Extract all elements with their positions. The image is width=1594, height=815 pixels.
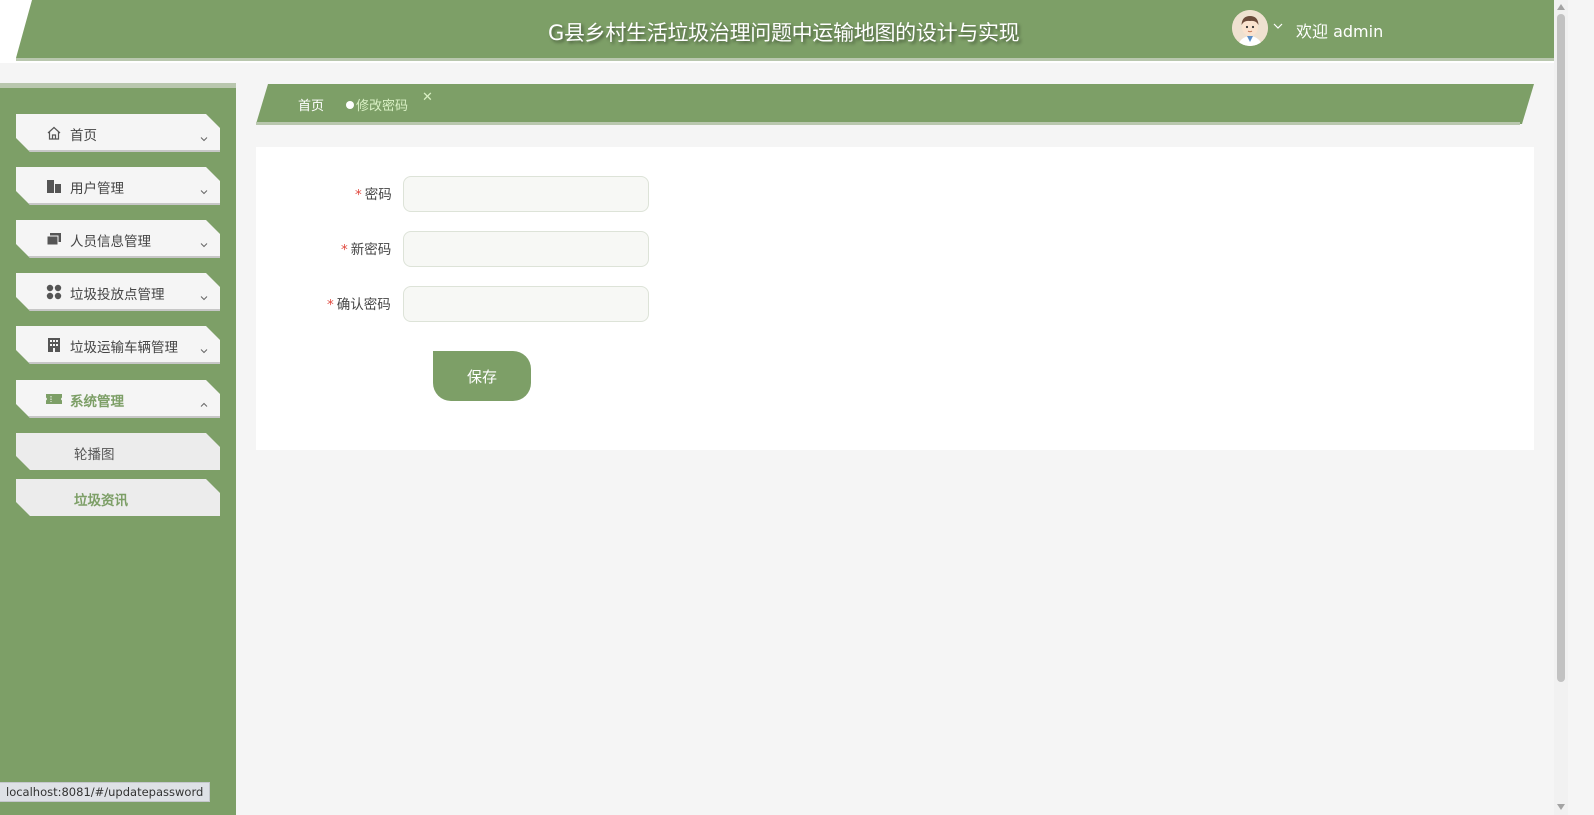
- chevron-down-icon: [200, 128, 208, 136]
- app-title: G县乡村生活垃圾治理问题中运输地图的设计与实现: [548, 21, 1020, 45]
- tab-home[interactable]: 首页: [298, 95, 324, 114]
- ticket-icon: [46, 391, 62, 407]
- chevron-down-icon: [200, 234, 208, 242]
- sidebar-subitem-label: 轮播图: [74, 447, 115, 463]
- sidebar-item-label: 用户管理: [70, 181, 124, 197]
- new-password-input[interactable]: [403, 231, 649, 267]
- new-password-label: * 新密码: [341, 242, 392, 258]
- sidebar-item-user-management[interactable]: 用户管理: [16, 167, 220, 205]
- active-dot-icon: [346, 101, 354, 109]
- confirm-password-input[interactable]: [403, 286, 649, 322]
- close-icon[interactable]: ✕: [422, 90, 433, 105]
- sidebar-item-vehicles[interactable]: 垃圾运输车辆管理: [16, 326, 220, 364]
- tabs-divider: [256, 122, 1520, 125]
- sidebar-subitem-carousel[interactable]: 轮播图: [16, 433, 220, 470]
- chevron-down-icon: [200, 287, 208, 295]
- sidebar-subitem-label: 垃圾资讯: [74, 493, 128, 509]
- scrollbar-thumb[interactable]: [1557, 14, 1565, 682]
- welcome-text: 欢迎 admin: [1296, 22, 1384, 41]
- status-bar-url: localhost:8081/#/updatepassword: [0, 782, 211, 802]
- tab-change-password[interactable]: 修改密码: [346, 95, 408, 114]
- tab-label: 修改密码: [356, 99, 409, 114]
- buildings-icon: [46, 178, 62, 194]
- chevron-down-icon[interactable]: [1273, 22, 1283, 33]
- sidebar-item-label: 系统管理: [70, 394, 124, 410]
- password-label: * 密码: [355, 187, 392, 203]
- chevron-down-icon: [200, 340, 208, 348]
- home-icon: [46, 125, 62, 141]
- scroll-down-arrow-icon[interactable]: [1557, 804, 1565, 810]
- sidebar-item-label: 首页: [70, 128, 97, 144]
- save-button[interactable]: 保存: [433, 351, 531, 401]
- page-scrollbar[interactable]: [1554, 0, 1568, 815]
- sidebar-item-label: 垃圾运输车辆管理: [70, 340, 178, 356]
- sidebar-subitem-garbage-news[interactable]: 垃圾资讯: [16, 479, 220, 516]
- password-input[interactable]: [403, 176, 649, 212]
- sidebar-item-personnel[interactable]: 人员信息管理: [16, 220, 220, 258]
- dots-grid-icon: [46, 284, 62, 300]
- sidebar-item-drop-points[interactable]: 垃圾投放点管理: [16, 273, 220, 311]
- scroll-up-arrow-icon[interactable]: [1557, 4, 1565, 10]
- user-avatar-icon[interactable]: [1232, 10, 1268, 46]
- office-building-icon: [46, 337, 62, 353]
- tabs-bar: [256, 84, 1534, 124]
- sidebar-divider: [0, 83, 236, 88]
- chevron-down-icon: [200, 181, 208, 189]
- header-divider: [16, 58, 1560, 61]
- sidebar-item-system-management[interactable]: 系统管理: [16, 380, 220, 418]
- chevron-up-icon: [200, 394, 208, 402]
- folders-icon: [46, 231, 62, 247]
- sidebar-item-home[interactable]: 首页: [16, 114, 220, 152]
- sidebar-item-label: 人员信息管理: [70, 234, 151, 250]
- sidebar-item-label: 垃圾投放点管理: [70, 287, 165, 303]
- confirm-password-label: * 确认密码: [327, 297, 391, 313]
